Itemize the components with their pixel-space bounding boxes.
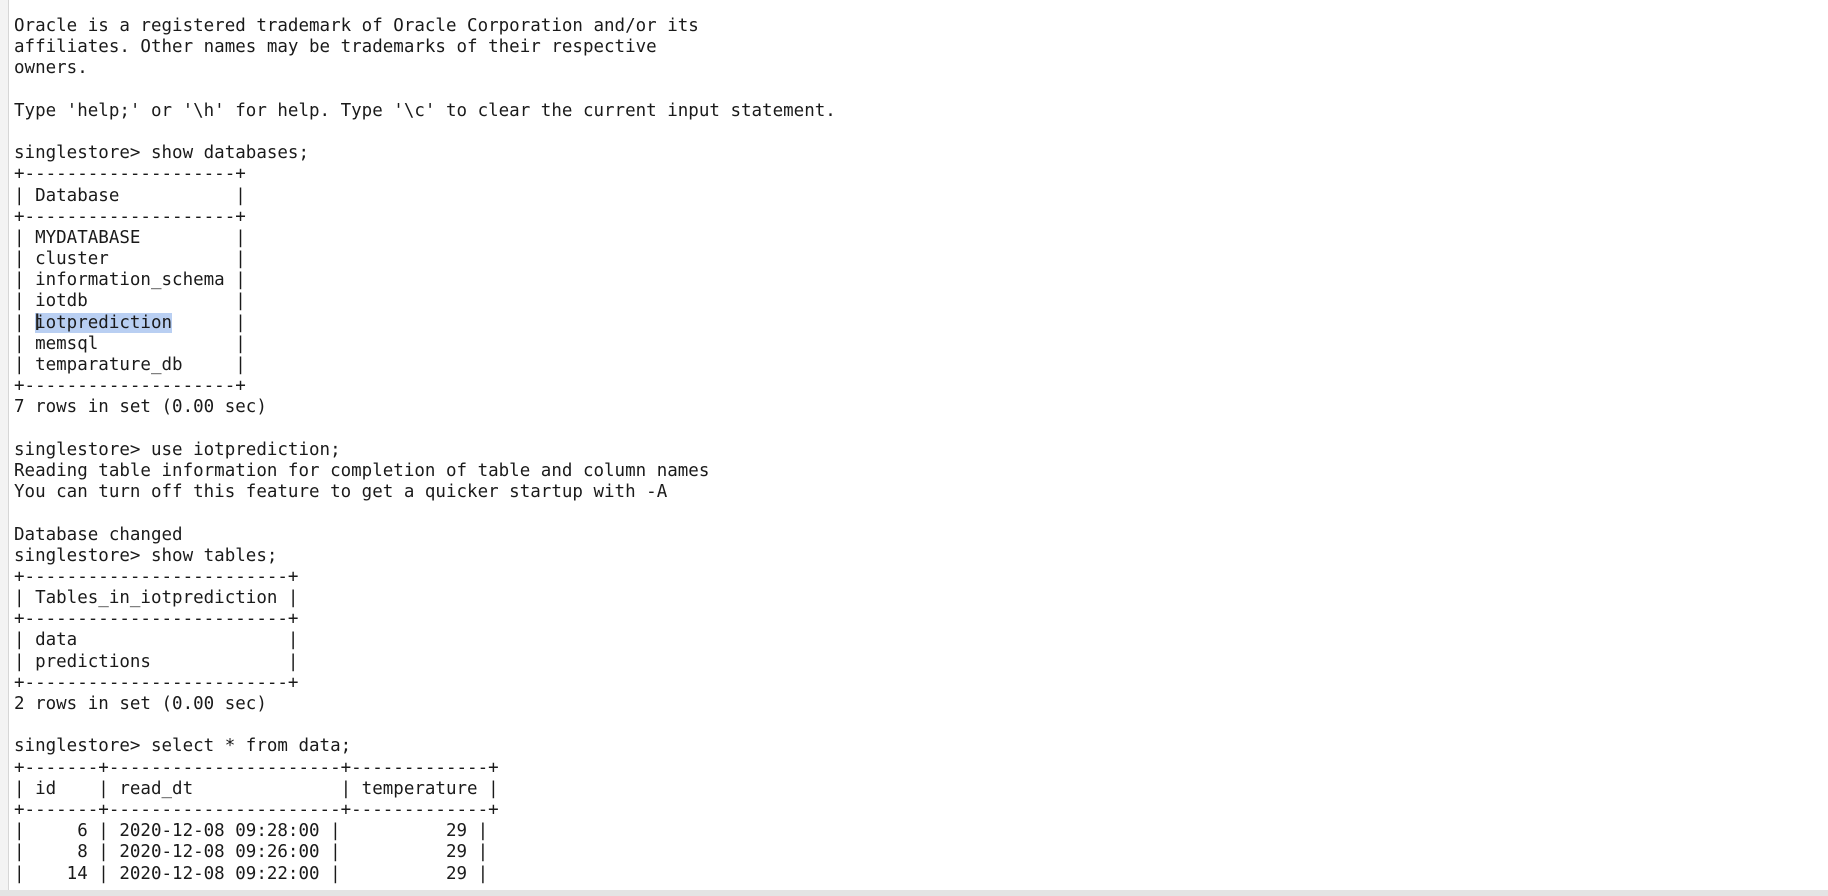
terminal-line: | memsql | xyxy=(14,334,836,355)
terminal-line: | 8 | 2020-12-08 09:26:00 | 29 | xyxy=(14,842,836,863)
terminal-line: | MYDATABASE | xyxy=(14,228,836,249)
terminal-line: +-------+----------------------+--------… xyxy=(14,800,836,821)
terminal-line-text: | Tables_in_iotprediction | xyxy=(14,588,299,609)
terminal-line-text: singlestore> use iotprediction; xyxy=(14,439,341,460)
terminal-line-text: +--------------------+ xyxy=(14,164,246,185)
terminal-line-text: singlestore> show tables; xyxy=(14,545,278,566)
terminal-line-text: You can turn off this feature to get a q… xyxy=(14,482,668,503)
terminal-line: | data | xyxy=(14,630,836,651)
window-left-edge xyxy=(0,0,9,896)
terminal-line-text: | data | xyxy=(14,630,299,651)
terminal-line: +--------------------+ xyxy=(14,376,836,397)
terminal-output[interactable]: Oracle is a registered trademark of Orac… xyxy=(14,16,836,885)
terminal-window[interactable]: Oracle is a registered trademark of Orac… xyxy=(0,0,1828,896)
terminal-line-text: | 14 | 2020-12-08 09:22:00 | 29 | xyxy=(14,863,489,884)
terminal-line-text: affiliates. Other names may be trademark… xyxy=(14,37,657,58)
terminal-line-text: Oracle is a registered trademark of Orac… xyxy=(14,16,699,36)
terminal-line: | 14 | 2020-12-08 09:22:00 | 29 | xyxy=(14,864,836,885)
terminal-line-text: | predictions | xyxy=(14,651,299,672)
terminal-line: | iotdb | xyxy=(14,291,836,312)
selected-text[interactable]: iotprediction xyxy=(35,312,173,333)
terminal-line-text: +-------------------------+ xyxy=(14,672,299,693)
terminal-line: singlestore> show tables; xyxy=(14,546,836,567)
terminal-line: singlestore> show databases; xyxy=(14,143,836,164)
terminal-line-text: | xyxy=(172,312,246,333)
terminal-line: +--------------------+ xyxy=(14,207,836,228)
terminal-line: singlestore> use iotprediction; xyxy=(14,440,836,461)
terminal-line: | cluster | xyxy=(14,249,836,270)
terminal-line-text: +-------------------------+ xyxy=(14,609,299,630)
terminal-line-text: | iotdb | xyxy=(14,291,246,312)
terminal-line-text: +-------------------------+ xyxy=(14,566,299,587)
terminal-line: +-------+----------------------+--------… xyxy=(14,758,836,779)
terminal-line: +-------------------------+ xyxy=(14,567,836,588)
terminal-line: | 6 | 2020-12-08 09:28:00 | 29 | xyxy=(14,821,836,842)
terminal-line-text: | memsql | xyxy=(14,333,246,354)
terminal-line-text: 2 rows in set (0.00 sec) xyxy=(14,694,267,714)
terminal-line-text: Type 'help;' or '\h' for help. Type '\c'… xyxy=(14,100,836,121)
terminal-line-text: Database changed xyxy=(14,524,183,545)
terminal-line: Reading table information for completion… xyxy=(14,461,836,482)
terminal-line: singlestore> select * from data; xyxy=(14,736,836,757)
terminal-line-text: +-------+----------------------+--------… xyxy=(14,757,499,778)
terminal-line: affiliates. Other names may be trademark… xyxy=(14,37,836,58)
terminal-line-text: singlestore> select * from data; xyxy=(14,736,352,757)
terminal-line: | temparature_db | xyxy=(14,355,836,376)
terminal-line: Database changed xyxy=(14,525,836,546)
terminal-line: owners. xyxy=(14,58,836,79)
terminal-line: 7 rows in set (0.00 sec) xyxy=(14,397,836,418)
terminal-line: +-------------------------+ xyxy=(14,609,836,630)
terminal-line: | Tables_in_iotprediction | xyxy=(14,588,836,609)
terminal-line: | iotprediction | xyxy=(14,312,836,334)
terminal-line-text: | temparature_db | xyxy=(14,355,246,375)
terminal-line: | predictions | xyxy=(14,652,836,673)
terminal-line: | Database | xyxy=(14,186,836,207)
terminal-line-text: | information_schema | xyxy=(14,270,246,291)
terminal-line-text: | Database | xyxy=(14,185,246,206)
terminal-line-text: +--------------------+ xyxy=(14,206,246,227)
terminal-line-text: +--------------------+ xyxy=(14,376,246,397)
terminal-line-text: 7 rows in set (0.00 sec) xyxy=(14,397,267,418)
terminal-line-text: singlestore> show databases; xyxy=(14,143,310,164)
terminal-line: 2 rows in set (0.00 sec) xyxy=(14,694,836,715)
terminal-line-text: | MYDATABASE | xyxy=(14,227,246,248)
terminal-line: Type 'help;' or '\h' for help. Type '\c'… xyxy=(14,101,836,122)
window-bottom-edge xyxy=(0,890,1828,896)
terminal-line-text: | xyxy=(14,312,36,333)
terminal-line-text: | id | read_dt | temperature | xyxy=(14,778,499,799)
terminal-line: | id | read_dt | temperature | xyxy=(14,779,836,800)
text-cursor-icon: I xyxy=(34,311,41,336)
terminal-line-text: owners. xyxy=(14,58,88,79)
terminal-line: | information_schema | xyxy=(14,270,836,291)
terminal-line: You can turn off this feature to get a q… xyxy=(14,482,836,503)
terminal-line-text: | cluster | xyxy=(14,249,246,270)
terminal-line-text: Reading table information for completion… xyxy=(14,460,710,481)
terminal-line: +-------------------------+ xyxy=(14,673,836,694)
terminal-line-text: | 8 | 2020-12-08 09:26:00 | 29 | xyxy=(14,842,489,863)
terminal-line-text: +-------+----------------------+--------… xyxy=(14,799,499,820)
terminal-line: +--------------------+ xyxy=(14,164,836,185)
terminal-line: Oracle is a registered trademark of Orac… xyxy=(14,16,836,37)
terminal-line-text: | 6 | 2020-12-08 09:28:00 | 29 | xyxy=(14,821,489,842)
